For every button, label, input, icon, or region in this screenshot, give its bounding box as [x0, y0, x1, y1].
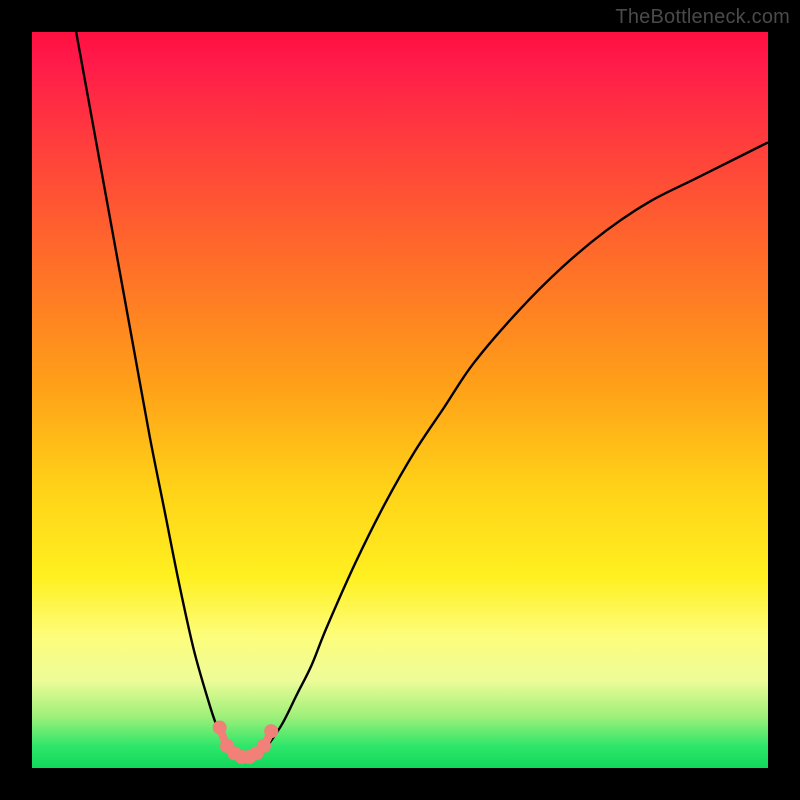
valley-marker [264, 724, 278, 738]
curve-layer [32, 32, 768, 768]
valley-markers [213, 721, 279, 764]
chart-frame: TheBottleneck.com [0, 0, 800, 800]
valley-marker [213, 721, 227, 735]
attribution-text: TheBottleneck.com [615, 6, 790, 29]
curve-left-branch [76, 32, 238, 753]
curve-right-branch [268, 142, 768, 746]
plot-area [32, 32, 768, 768]
valley-marker [257, 739, 271, 753]
